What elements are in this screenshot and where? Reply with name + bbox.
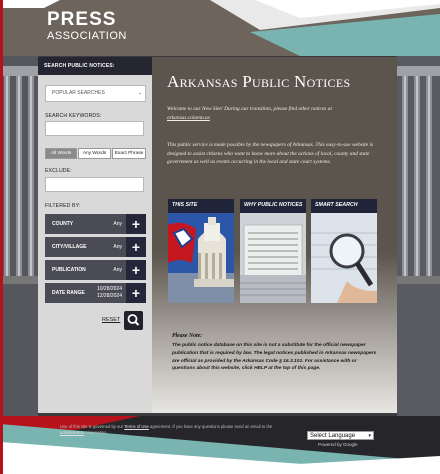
capitol-flag-image [168,213,234,303]
filter-name: COUNTY [52,221,74,227]
filter-name: DATE RANGE [52,290,85,296]
filter-value: 10/28/2024 12/28/2024 [97,286,122,300]
filter-date-range[interactable]: DATE RANGE 10/28/2024 12/28/2024 + [45,283,146,303]
popular-searches-value: POPULAR SEARCHES [52,90,105,96]
intro-welcome-text: Welcome to our New Site! During our tran… [167,106,332,112]
language-select-value: Select Language [310,433,356,439]
search-sidebar [38,57,152,413]
card-this-site[interactable]: THIS SITE [168,199,234,303]
red-frame-edge [0,0,3,474]
filter-name: CITY/VILLAGE [52,244,87,250]
powered-by-google: Powered by Google [318,442,358,447]
search-icon [127,314,140,326]
intro-description: This public service is made possible by … [167,142,374,165]
date-range-end: 12/28/2024 [96,293,122,299]
filtered-by-label: FILTERED BY: [45,203,81,209]
chevron-down-icon: ⌄ [137,90,142,96]
sidebar-header: SEARCH PUBLIC NOTICES: [38,57,152,75]
filter-name: PUBLICATION [52,267,86,273]
page-title: Arkansas Public Notices [167,72,350,92]
keywords-input[interactable] [45,121,144,136]
administrator-link[interactable]: administrator [60,430,84,435]
newspapers-image [240,213,306,303]
chevron-down-icon: ▾ [368,433,371,439]
footer-text-a: Use of this site is governed by our [60,424,124,429]
footer-text-b: agreement. If you have any questions ple… [150,424,273,429]
filter-value: Any [113,244,122,250]
brand-logo-line1[interactable]: PRESS [47,10,116,29]
plus-icon[interactable]: + [126,260,146,280]
page-title-text: Arkansas Public Notices [167,72,351,91]
card-why-public-notices[interactable]: WHY PUBLIC NOTICES [240,199,306,303]
search-button[interactable] [124,311,143,330]
card-smart-search[interactable]: SMART SEARCH [311,199,377,303]
terms-of-use-link[interactable]: Terms of Use [124,424,149,429]
card-title: THIS SITE [172,202,198,208]
filter-value: Any [113,221,122,227]
column-link[interactable]: arkansas.column.us [167,115,210,121]
card-title: WHY PUBLIC NOTICES [244,202,303,208]
note-title: Please Note: [172,333,203,339]
magnifier-image [311,213,377,303]
popular-searches-select[interactable]: POPULAR SEARCHES ⌄ [45,85,146,102]
match-all-words[interactable]: All Words [45,148,77,159]
language-select[interactable]: Select Language ▾ [307,431,374,440]
filter-publication[interactable]: PUBLICATION Any + [45,260,146,280]
filter-county[interactable]: COUNTY Any + [45,214,146,234]
plus-icon[interactable]: + [126,237,146,257]
exclude-input[interactable] [45,177,144,192]
note-body: The public notice database on this site … [172,343,377,372]
intro-welcome: Welcome to our New Site! During our tran… [167,105,379,122]
reset-link[interactable]: RESET [102,317,120,323]
footer-legal-text: Use of this site is governed by our Term… [60,424,290,436]
plus-icon[interactable]: + [126,283,146,303]
filter-value: Any [113,267,122,273]
plus-icon[interactable]: + [126,214,146,234]
date-range-start: 10/28/2024 [96,286,122,292]
exclude-label: EXCLUDE: [45,168,72,174]
footer-text-c: Association. [85,430,108,435]
card-title: SMART SEARCH [315,202,358,208]
keywords-label: SEARCH KEYWORDS: [45,113,102,119]
match-any-words[interactable]: Any Words [78,148,111,159]
brand-logo-line2[interactable]: ASSOCIATION [47,30,127,42]
filter-city-village[interactable]: CITY/VILLAGE Any + [45,237,146,257]
site-header: PRESS ASSOCIATION [0,0,440,56]
match-exact-phrase[interactable]: Exact Phrase [112,148,146,159]
